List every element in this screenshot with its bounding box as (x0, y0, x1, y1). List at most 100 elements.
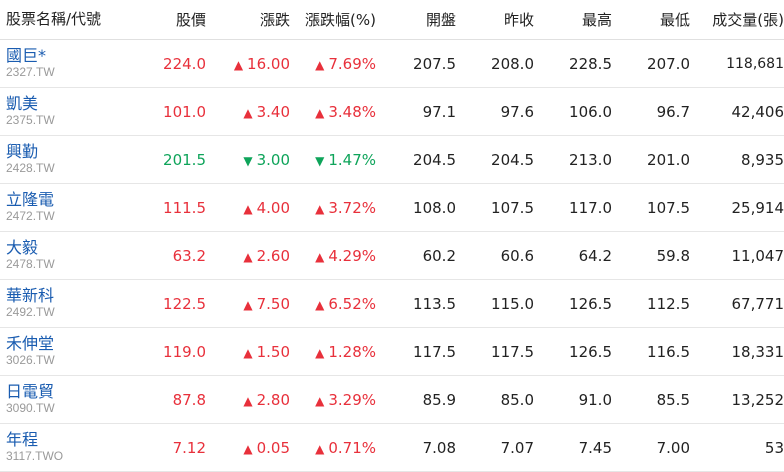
change-pct-cell: ▲ 3.29% (290, 391, 376, 409)
change-value: 3.00 (256, 150, 290, 169)
change-value: 2.60 (256, 246, 290, 265)
high-cell: 126.5 (569, 342, 612, 361)
volume-cell: 118,681 (726, 55, 784, 72)
change-pct-value: 0.71% (328, 438, 376, 457)
arrow-up-icon: ▲ (315, 297, 325, 312)
arrow-up-icon: ▲ (243, 201, 253, 216)
table-row[interactable]: 華新科 2492.TW 122.5 ▲ 7.50 ▲ 6.52% 113.5 115.0 126.… (0, 280, 784, 328)
change-pct-cell: ▼ 1.47% (290, 151, 376, 169)
volume-cell: 18,331 (731, 342, 784, 361)
table-row[interactable]: 大毅 2478.TW 63.2 ▲ 2.60 ▲ 4.29% 60.2 60.6 64.2 59.8… (0, 232, 784, 280)
change-value: 2.80 (256, 390, 290, 409)
low-cell: 207.0 (647, 54, 690, 73)
change-cell: ▲ 7.50 (206, 295, 290, 313)
volume-cell: 11,047 (731, 246, 784, 265)
change-cell: ▲ 2.80 (206, 391, 290, 409)
change-value: 7.50 (256, 294, 290, 313)
arrow-up-icon: ▲ (233, 57, 244, 72)
stock-name-link[interactable]: 國巨* (6, 47, 138, 66)
price-cell: 201.5 (163, 150, 206, 169)
table-row[interactable]: 禾伸堂 3026.TW 119.0 ▲ 1.50 ▲ 1.28% 117.5 117.5 126.… (0, 328, 784, 376)
stock-code: 2428.TW (6, 160, 55, 175)
change-value: 1.50 (256, 342, 290, 361)
stock-code: 2492.TW (6, 304, 55, 319)
stock-name-link[interactable]: 華新科 (6, 287, 138, 306)
low-cell: 7.00 (656, 438, 690, 457)
change-pct-cell: ▲ 3.48% (290, 103, 376, 121)
open-cell: 85.9 (422, 390, 456, 409)
high-cell: 228.5 (569, 54, 612, 73)
volume-cell: 8,935 (741, 150, 784, 169)
stock-cell[interactable]: 立隆電 2472.TW (0, 191, 138, 223)
open-cell: 108.0 (413, 198, 456, 217)
price-cell: 87.8 (172, 390, 206, 409)
stock-cell[interactable]: 日電貿 3090.TW (0, 383, 138, 415)
change-pct-value: 1.28% (328, 342, 376, 361)
price-cell: 63.2 (172, 246, 206, 265)
low-cell: 201.0 (647, 150, 690, 169)
stock-cell[interactable]: 興勤 2428.TW (0, 143, 138, 175)
stock-code: 2478.TW (6, 256, 55, 271)
stock-cell[interactable]: 禾伸堂 3026.TW (0, 335, 138, 367)
arrow-up-icon: ▲ (243, 297, 253, 312)
stock-name-link[interactable]: 禾伸堂 (6, 335, 138, 354)
stock-cell[interactable]: 凱美 2375.TW (0, 95, 138, 127)
stock-name-link[interactable]: 日電貿 (6, 383, 138, 402)
high-cell: 91.0 (578, 390, 612, 409)
high-cell: 106.0 (569, 102, 612, 121)
table-row[interactable]: 凱美 2375.TW 101.0 ▲ 3.40 ▲ 3.48% 97.1 97.6 106.0 96… (0, 88, 784, 136)
stock-name-link[interactable]: 興勤 (6, 143, 138, 162)
arrow-up-icon: ▲ (315, 105, 325, 120)
stock-name-link[interactable]: 年程 (6, 431, 138, 450)
change-cell: ▲ 4.00 (206, 199, 290, 217)
table-row[interactable]: 年程 3117.TWO 7.12 ▲ 0.05 ▲ 0.71% 7.08 7.07 7.45 7.0… (0, 424, 784, 472)
stock-name-link[interactable]: 大毅 (6, 239, 138, 258)
change-pct-cell: ▲ 0.71% (290, 439, 376, 457)
open-cell: 7.08 (422, 438, 456, 457)
stock-cell[interactable]: 年程 3117.TWO (0, 431, 138, 463)
stock-cell[interactable]: 華新科 2492.TW (0, 287, 138, 319)
table-row[interactable]: 興勤 2428.TW 201.5 ▼ 3.00 ▼ 1.47% 204.5 204.5 213.0… (0, 136, 784, 184)
arrow-down-icon: ▼ (315, 153, 325, 168)
low-cell: 59.8 (656, 246, 690, 265)
stock-cell[interactable]: 大毅 2478.TW (0, 239, 138, 271)
stock-code: 2375.TW (6, 112, 55, 127)
table-row[interactable]: 立隆電 2472.TW 111.5 ▲ 4.00 ▲ 3.72% 108.0 107.5 117.… (0, 184, 784, 232)
prev-close-cell: 115.0 (491, 294, 534, 313)
open-cell: 117.5 (413, 342, 456, 361)
open-cell: 113.5 (413, 294, 456, 313)
change-pct-value: 3.72% (328, 198, 376, 217)
arrow-up-icon: ▲ (315, 393, 325, 408)
change-pct-value: 3.29% (328, 390, 376, 409)
change-pct-cell: ▲ 3.72% (290, 199, 376, 217)
header-open[interactable]: 開盤 (376, 9, 456, 30)
change-value: 16.00 (247, 54, 290, 73)
header-volume[interactable]: 成交量(張) (690, 9, 784, 30)
header-change[interactable]: 漲跌 (206, 9, 290, 30)
arrow-up-icon: ▲ (243, 249, 253, 264)
open-cell: 207.5 (413, 54, 456, 73)
table-row[interactable]: 國巨* 2327.TW 224.0 ▲ 16.00 ▲ 7.69% 207.5 208.0 228… (0, 40, 784, 88)
arrow-up-icon: ▲ (315, 249, 325, 264)
prev-close-cell: 7.07 (500, 438, 534, 457)
price-cell: 119.0 (163, 342, 206, 361)
low-cell: 107.5 (647, 198, 690, 217)
header-low[interactable]: 最低 (612, 9, 690, 30)
low-cell: 96.7 (656, 102, 690, 121)
arrow-up-icon: ▲ (315, 57, 325, 72)
header-change-pct[interactable]: 漲跌幅(%) (290, 9, 376, 30)
stock-table: 股票名稱/代號 股價 漲跌 漲跌幅(%) 開盤 昨收 最高 最低 成交量(張) … (0, 0, 784, 472)
low-cell: 116.5 (647, 342, 690, 361)
header-high[interactable]: 最高 (534, 9, 612, 30)
header-price[interactable]: 股價 (138, 9, 206, 30)
header-name[interactable]: 股票名稱/代號 (0, 10, 138, 28)
stock-name-link[interactable]: 立隆電 (6, 191, 138, 210)
table-header: 股票名稱/代號 股價 漲跌 漲跌幅(%) 開盤 昨收 最高 最低 成交量(張) (0, 0, 784, 40)
header-prev-close[interactable]: 昨收 (456, 9, 534, 30)
stock-cell[interactable]: 國巨* 2327.TW (0, 47, 138, 79)
arrow-up-icon: ▲ (315, 201, 325, 216)
open-cell: 60.2 (422, 246, 456, 265)
table-row[interactable]: 日電貿 3090.TW 87.8 ▲ 2.80 ▲ 3.29% 85.9 85.0 91.0 85.… (0, 376, 784, 424)
stock-name-link[interactable]: 凱美 (6, 95, 138, 114)
volume-cell: 53 (764, 438, 784, 457)
